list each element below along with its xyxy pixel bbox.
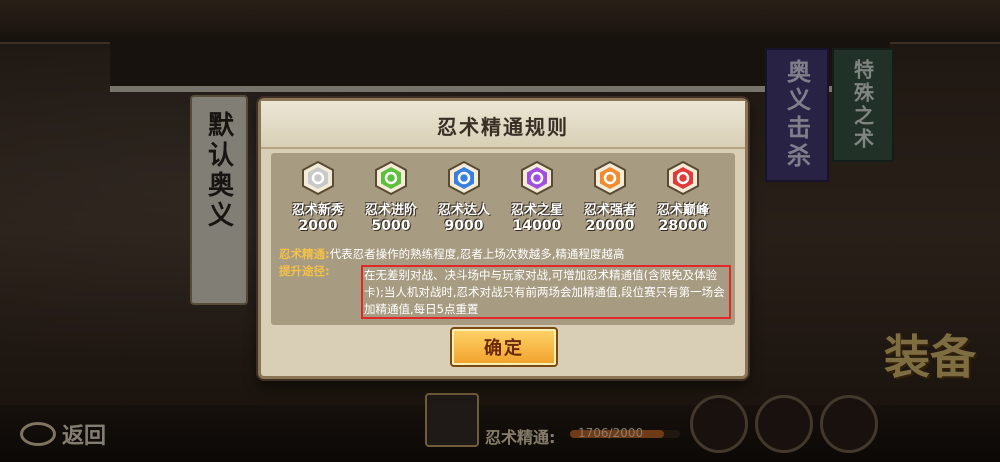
rank-name: 忍术巅峰 bbox=[656, 203, 709, 218]
rank-name: 忍术之星 bbox=[510, 203, 563, 218]
rank-item: 忍术之星 14000 bbox=[506, 159, 568, 234]
rank-rookie-icon bbox=[299, 159, 337, 197]
mastery-rules-dialog: 忍术精通规则 忍术新秀 2000 忍术进阶 5000 忍术达人 9000 忍术之星 14000… bbox=[258, 98, 748, 379]
rank-item: 忍术巅峰 28000 bbox=[652, 159, 714, 234]
rank-name: 忍术新秀 bbox=[291, 203, 344, 218]
rank-expert-icon bbox=[445, 159, 483, 197]
rank-star-icon bbox=[518, 159, 556, 197]
rank-advanced-icon bbox=[372, 159, 410, 197]
rank-name: 忍术达人 bbox=[437, 203, 490, 218]
rank-value: 5000 bbox=[371, 218, 411, 234]
rule-mastery-text: 代表忍者操作的熟练程度,忍者上场次数越多,精通程度越高 bbox=[329, 247, 625, 261]
rank-name: 忍术进阶 bbox=[364, 203, 417, 218]
rank-value: 9000 bbox=[444, 218, 484, 234]
confirm-button[interactable]: 确定 bbox=[450, 327, 558, 367]
rank-peak-icon bbox=[664, 159, 702, 197]
rank-list: 忍术新秀 2000 忍术进阶 5000 忍术达人 9000 忍术之星 14000 忍术强者 200… bbox=[287, 159, 714, 234]
rule-improve-label: 提升途径: bbox=[279, 264, 330, 278]
rank-name: 忍术强者 bbox=[583, 203, 636, 218]
rank-item: 忍术达人 9000 bbox=[433, 159, 495, 234]
rank-item: 忍术新秀 2000 bbox=[287, 159, 349, 234]
rank-value: 14000 bbox=[512, 218, 562, 234]
rank-item: 忍术强者 20000 bbox=[579, 159, 641, 234]
rule-improve-text: 在无差别对战、决斗场中与玩家对战,可增加忍术精通值(含限免及体验卡);当人机对战… bbox=[364, 268, 725, 316]
dialog-header: 忍术精通规则 bbox=[261, 101, 745, 149]
rank-value: 2000 bbox=[298, 218, 338, 234]
rank-item: 忍术进阶 5000 bbox=[360, 159, 422, 234]
rank-value: 28000 bbox=[658, 218, 708, 234]
rule-mastery-label: 忍术精通: bbox=[279, 247, 330, 261]
rule-mastery: 忍术精通: 代表忍者操作的熟练程度,忍者上场次数越多,精通程度越高 bbox=[279, 246, 731, 263]
dialog-title: 忍术精通规则 bbox=[437, 115, 569, 139]
rank-value: 20000 bbox=[585, 218, 635, 234]
rank-strong-icon bbox=[591, 159, 629, 197]
